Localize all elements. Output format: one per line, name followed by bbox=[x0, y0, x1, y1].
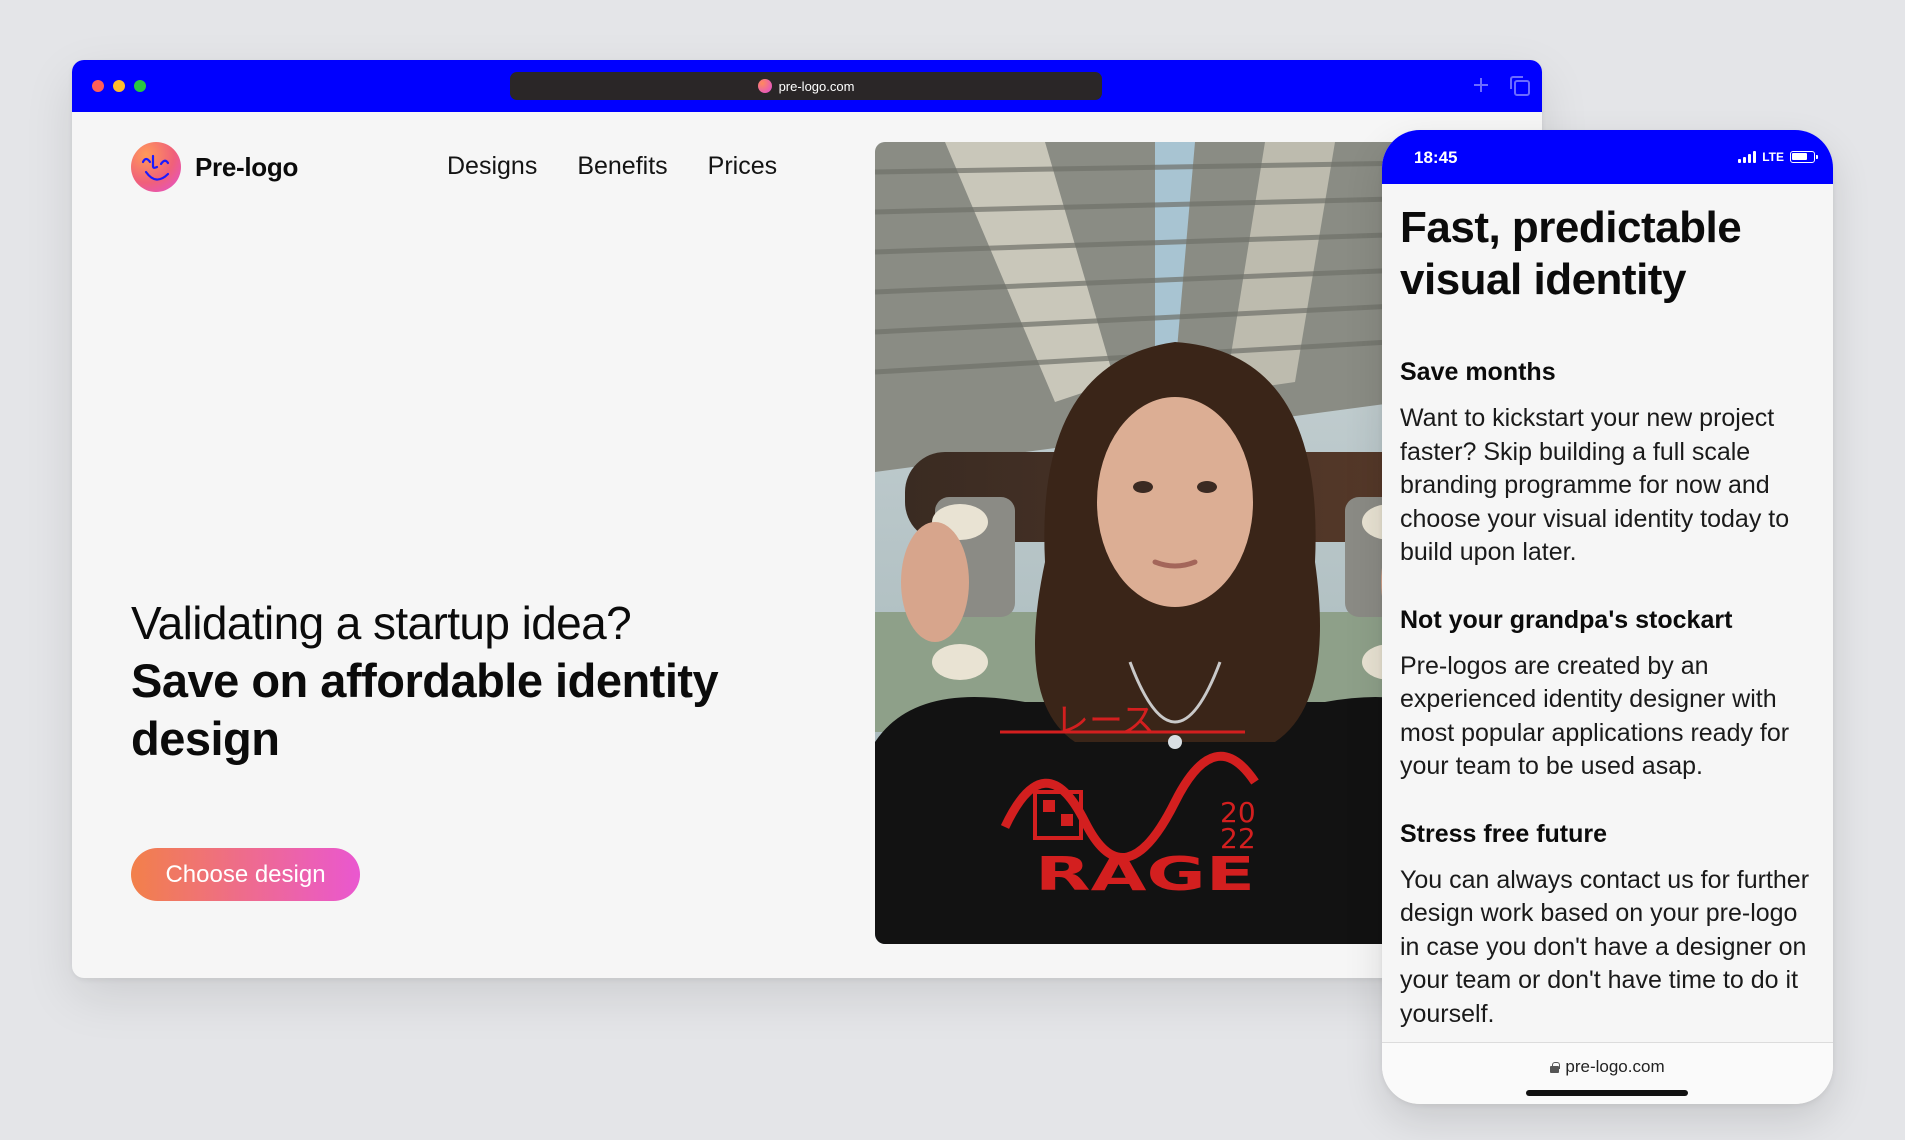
landing-page: Pre-logo Designs Benefits Prices Validat… bbox=[72, 112, 1542, 978]
feature-item: Not your grandpa's stockart Pre-logos ar… bbox=[1400, 604, 1815, 784]
browser-titlebar: pre-logo.com bbox=[72, 60, 1542, 112]
nav-item-benefits[interactable]: Benefits bbox=[577, 152, 667, 181]
feature-title: Not your grandpa's stockart bbox=[1400, 605, 1733, 634]
feature-item: Save months Want to kickstart your new p… bbox=[1400, 356, 1815, 570]
phone-page-title: Fast, predictable visual identity bbox=[1400, 203, 1742, 304]
feature-body: Pre-logos are created by an experienced … bbox=[1400, 651, 1790, 781]
main-nav: Designs Benefits Prices bbox=[447, 152, 777, 181]
network-type: LTE bbox=[1762, 150, 1784, 164]
mobile-phone-preview: 18:45 LTE Fast, predictable visual ident… bbox=[1382, 130, 1833, 1104]
choose-design-button[interactable]: Choose design bbox=[131, 848, 360, 901]
hero-lead-text: Validating a startup idea? bbox=[131, 597, 632, 649]
minimize-window-icon[interactable] bbox=[113, 80, 125, 92]
feature-title: Save months bbox=[1400, 358, 1556, 386]
phone-browser-bar[interactable]: pre-logo.com bbox=[1382, 1042, 1833, 1104]
window-controls bbox=[92, 80, 146, 92]
photo-shirt-wordmark: RAGE bbox=[1035, 847, 1255, 901]
address-bar[interactable]: pre-logo.com bbox=[510, 72, 1102, 100]
feature-body: Want to kickstart your new project faste… bbox=[1400, 404, 1790, 566]
new-tab-plus-icon[interactable] bbox=[1472, 76, 1490, 94]
nav-item-prices[interactable]: Prices bbox=[708, 152, 777, 181]
site-logo[interactable]: Pre-logo bbox=[131, 142, 298, 192]
phone-page-content: Fast, predictable visual identity Save m… bbox=[1382, 184, 1833, 1031]
nav-item-designs[interactable]: Designs bbox=[447, 152, 537, 181]
feature-item: Stress free future You can always contac… bbox=[1400, 818, 1815, 1032]
battery-icon bbox=[1790, 151, 1818, 163]
address-bar-url: pre-logo.com bbox=[778, 78, 855, 94]
home-indicator[interactable] bbox=[1526, 1090, 1688, 1096]
browser-toolbar-actions bbox=[1472, 76, 1530, 96]
status-time: 18:45 bbox=[1414, 148, 1458, 167]
lock-icon bbox=[1550, 1061, 1560, 1073]
pre-logo-mark-icon bbox=[131, 142, 181, 192]
favicon-icon bbox=[757, 79, 772, 93]
signal-strength-icon bbox=[1738, 151, 1757, 163]
desktop-browser-window: pre-logo.com Pre-logo Designs Benefits P… bbox=[72, 60, 1542, 978]
phone-address[interactable]: pre-logo.com bbox=[1382, 1057, 1833, 1077]
maximize-window-icon[interactable] bbox=[134, 80, 146, 92]
phone-address-url: pre-logo.com bbox=[1565, 1057, 1665, 1076]
status-indicators: LTE bbox=[1738, 150, 1818, 164]
tab-overview-icon[interactable] bbox=[1510, 76, 1530, 96]
hero-heading: Validating a startup idea? Save on affor… bbox=[131, 594, 771, 768]
hero-strong-text: Save on affordable identity design bbox=[131, 654, 719, 765]
brand-name: Pre-logo bbox=[195, 151, 299, 182]
phone-status-bar: 18:45 LTE bbox=[1382, 130, 1833, 184]
photo-shirt-katakana: レース bbox=[1055, 701, 1155, 741]
close-window-icon[interactable] bbox=[92, 80, 104, 92]
feature-title: Stress free future bbox=[1400, 819, 1608, 848]
feature-body: You can always contact us for further de… bbox=[1400, 865, 1810, 1028]
